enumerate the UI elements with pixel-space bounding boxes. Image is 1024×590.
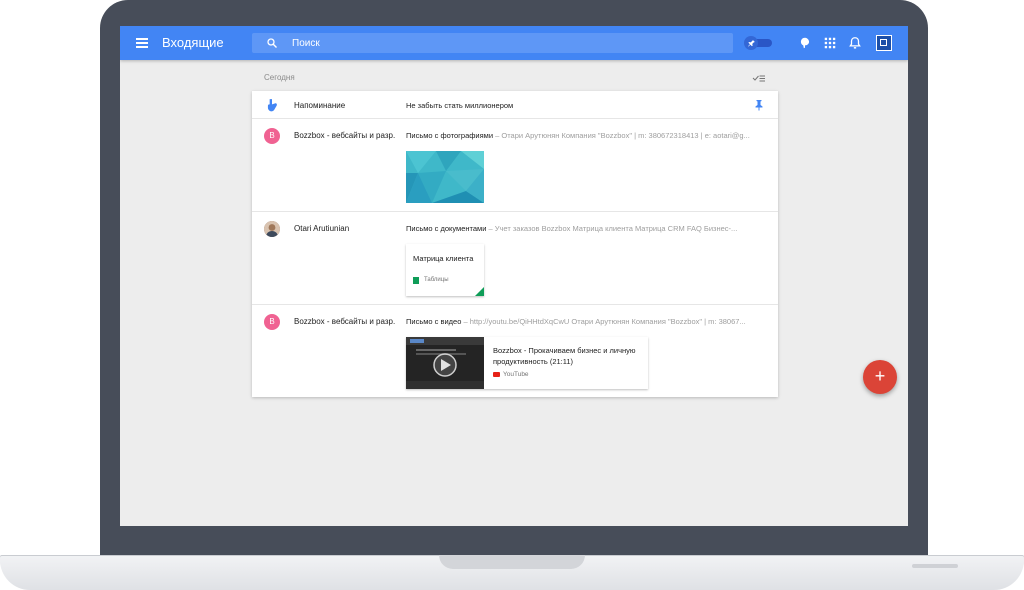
search-icon[interactable]	[266, 37, 278, 49]
sender-name: Otari Arutiunian	[294, 224, 350, 233]
message-subject: Письмо с документами	[406, 224, 487, 233]
apps-grid-icon[interactable]	[823, 36, 837, 50]
sender-name: Bozzbox - вебсайты и разр.	[294, 317, 396, 326]
laptop-notch	[439, 555, 585, 569]
attachment-type: Таблицы	[424, 277, 449, 283]
avatar: B	[264, 128, 280, 144]
reminder-bubble-icon[interactable]	[798, 36, 812, 50]
search-input[interactable]	[292, 36, 712, 50]
mark-done-sweep-icon[interactable]	[752, 73, 766, 83]
section-label: Сегодня	[264, 73, 295, 82]
avatar-photo-image	[264, 221, 280, 237]
pin-icon	[744, 36, 758, 50]
message-preview: Письмо с видео – http://youtu.be/QiHHtdX…	[406, 317, 768, 326]
app-bar: Входящие	[120, 26, 908, 60]
reminder-text: Не забыть стать миллионером	[406, 101, 514, 110]
message-subject: Письмо с фотографиями	[406, 131, 494, 140]
menu-icon[interactable]	[136, 38, 148, 48]
video-attachment[interactable]: Bozzbox - Прокачиваем бизнес и личную пр…	[406, 337, 648, 389]
sheets-icon	[413, 277, 419, 284]
avatar: B	[264, 314, 280, 330]
message-preview: Письмо с фотографиями – Отари Арутюнян К…	[406, 131, 768, 140]
pinned-toggle[interactable]	[744, 36, 772, 50]
compose-button[interactable]: +	[863, 360, 897, 394]
message-snippet: – http://youtu.be/QiHHtdXqCwU Отари Арут…	[461, 317, 746, 326]
laptop-slot	[912, 564, 958, 568]
attachment-title: Матрица клиента	[413, 254, 474, 263]
message-snippet: – Учет заказов Bozzbox Матрица клиента М…	[486, 224, 738, 233]
inbox-app: Входящие Поиск Сегодня Напоминание Не за…	[120, 26, 908, 526]
page-title: Входящие	[162, 35, 224, 50]
photo-attachment[interactable]	[406, 151, 484, 203]
sheets-corner-icon	[475, 287, 484, 296]
message-preview: Письмо с документами – Учет заказов Bozz…	[406, 224, 768, 233]
video-thumbnail	[406, 337, 484, 389]
message-subject: Письмо с видео	[406, 317, 462, 326]
video-title: Bozzbox - Прокачиваем бизнес и личную пр…	[493, 346, 636, 366]
video-source: YouTube	[503, 371, 529, 378]
message-row[interactable]: Otari Arutiunian Письмо с документами – …	[252, 212, 778, 305]
reminder-row[interactable]: Напоминание Не забыть стать миллионером	[252, 91, 778, 119]
reminder-hand-icon	[267, 99, 277, 112]
inbox-list: Напоминание Не забыть стать миллионером …	[252, 91, 778, 397]
pin-icon[interactable]	[754, 99, 764, 111]
video-thumbnail-image	[406, 337, 484, 389]
message-snippet: – Отари Арутюнян Компания "Bozzbox" | m:…	[493, 131, 750, 140]
search-box[interactable]	[252, 33, 733, 53]
reminder-label: Напоминание	[294, 101, 346, 110]
sheets-attachment[interactable]: Матрица клиента Таблицы	[406, 244, 484, 296]
youtube-icon	[493, 372, 500, 377]
avatar	[264, 221, 280, 237]
notifications-bell-icon[interactable]	[848, 36, 862, 50]
message-row[interactable]: B Bozzbox - вебсайты и разр. Письмо с фо…	[252, 119, 778, 212]
sender-name: Bozzbox - вебсайты и разр.	[294, 131, 396, 140]
photo-thumbnail-image	[406, 151, 484, 203]
message-row[interactable]: B Bozzbox - вебсайты и разр. Письмо с ви…	[252, 305, 778, 397]
account-avatar-icon[interactable]	[876, 35, 892, 51]
account-avatar-inner	[879, 38, 887, 46]
